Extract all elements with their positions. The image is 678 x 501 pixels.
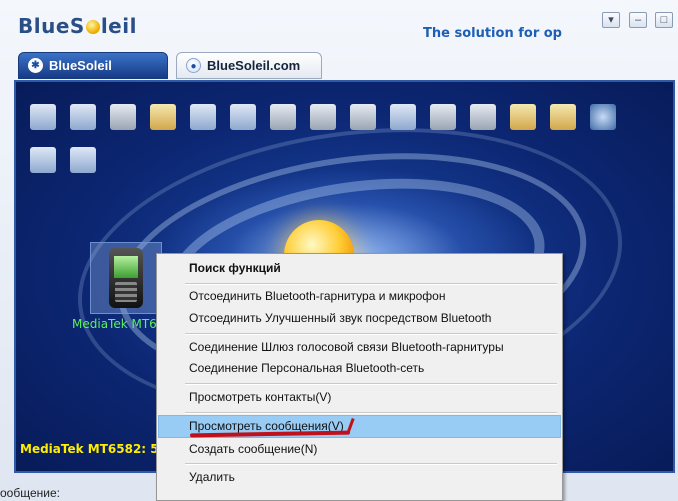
menu-item-disconnect-audio[interactable]: Отсоединить Улучшенный звук посредством … xyxy=(159,308,560,329)
tab-label: BlueSoleil.com xyxy=(207,58,301,73)
business-card-icon[interactable] xyxy=(230,104,258,132)
menu-item-connect-pan[interactable]: Соединение Персональная Bluetooth-сеть xyxy=(159,358,560,379)
menu-item-connect-voice-gateway[interactable]: Соединение Шлюз голосовой связи Bluetoot… xyxy=(159,337,560,358)
person-icon[interactable] xyxy=(30,147,58,175)
device-mediatek[interactable] xyxy=(90,242,162,314)
sync-icon[interactable] xyxy=(550,104,578,132)
bluetooth-icon: ✱ xyxy=(28,58,43,73)
menu-separator xyxy=(185,383,557,385)
headset-icon[interactable] xyxy=(430,104,458,132)
menu-item-find-services[interactable]: Поиск функций xyxy=(159,258,560,279)
internet-icon[interactable] xyxy=(590,104,618,132)
menu-item-view-contacts[interactable]: Просмотреть контакты(V) xyxy=(159,387,560,408)
maximize-button[interactable]: □ xyxy=(655,12,673,28)
window-menu-button[interactable]: ▾ xyxy=(602,12,620,28)
tab-bluesoleil-com[interactable]: ● BlueSoleil.com xyxy=(176,52,322,79)
menu-separator xyxy=(185,412,557,414)
lan-access-icon[interactable] xyxy=(70,104,98,132)
status-text: MediaTek MT6582: 5 с xyxy=(20,442,170,456)
menu-separator xyxy=(185,333,557,335)
tab-bluesoleil[interactable]: ✱ BlueSoleil xyxy=(18,52,168,79)
network-icon[interactable] xyxy=(190,104,218,132)
image-icon[interactable] xyxy=(390,104,418,132)
mobile-phone-icon xyxy=(109,248,143,308)
message-label: ообщение: xyxy=(0,486,60,500)
mouse-icon[interactable] xyxy=(310,104,338,132)
app-slogan: The solution for op xyxy=(423,26,562,41)
file-transfer-icon[interactable] xyxy=(150,104,178,132)
menu-item-delete[interactable]: Удалить xyxy=(159,467,560,488)
pim-icon[interactable] xyxy=(510,104,538,132)
bluesoleil-window: BlueS leil The solution for op ▾ – □ ✱ Bl… xyxy=(0,0,678,501)
audio-icon[interactable] xyxy=(470,104,498,132)
minimize-button[interactable]: – xyxy=(629,12,647,28)
dialup-networking-icon[interactable] xyxy=(30,104,58,132)
menu-separator xyxy=(185,463,557,465)
serial-port-icon[interactable] xyxy=(70,147,98,175)
menu-item-create-message[interactable]: Создать сообщение(N) xyxy=(159,439,560,460)
fax-icon[interactable] xyxy=(110,104,138,132)
globe-icon: ● xyxy=(186,58,201,73)
menu-item-disconnect-headset[interactable]: Отсоединить Bluetooth-гарнитура и микроф… xyxy=(159,286,560,307)
printer-icon[interactable] xyxy=(270,104,298,132)
tab-label: BlueSoleil xyxy=(49,58,112,73)
context-menu: Поиск функций Отсоединить Bluetooth-гарн… xyxy=(156,253,563,501)
keyboard-icon[interactable] xyxy=(350,104,378,132)
device-label: MediaTek MT6 xyxy=(72,317,157,331)
app-logo: BlueS leil xyxy=(18,14,137,38)
menu-separator xyxy=(185,283,557,285)
